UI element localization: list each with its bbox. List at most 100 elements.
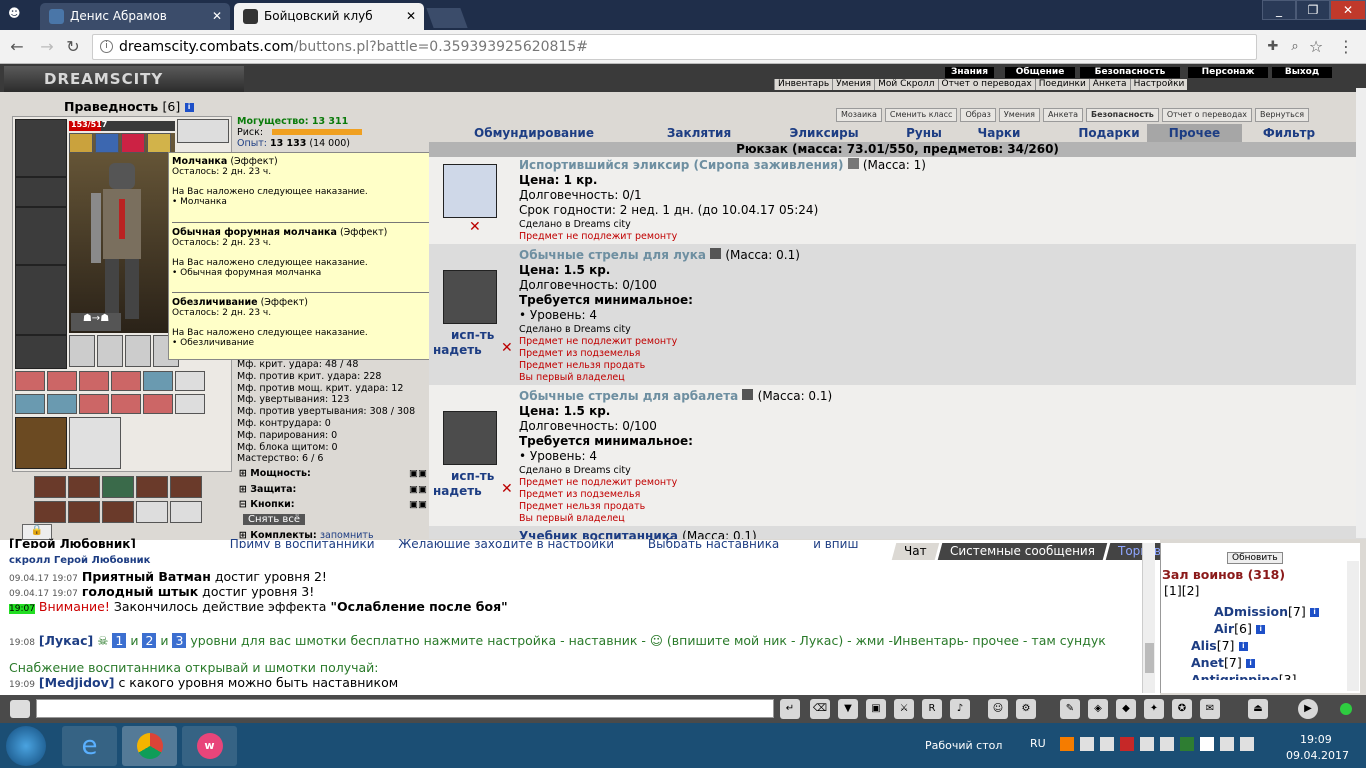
weapon-slot[interactable] [15,207,67,265]
return-button[interactable]: Вернуться [1255,108,1310,122]
scroll-slot[interactable] [111,371,141,391]
item-title[interactable]: Обычные стрелы для лука (Масса: 0.1) [519,248,800,262]
close-window-button[interactable]: ✕ [1330,0,1366,20]
empty-bag-slot[interactable] [69,417,121,469]
helmet-slot[interactable] [15,119,67,177]
close-tab-icon[interactable]: ✕ [212,3,222,29]
refresh-button[interactable]: Обновить [1227,552,1283,564]
use-link[interactable]: исп-ть [451,469,494,483]
app-w-icon[interactable]: w [182,726,237,766]
submenu-battles[interactable]: Поединки [1034,79,1089,90]
menu-character[interactable]: Персонаж [1188,67,1268,78]
tab-elixirs[interactable]: Эликсиры [774,124,874,142]
room-user[interactable]: Alis[7] i [1191,638,1248,653]
tray-icon[interactable] [1140,737,1154,751]
equip-link[interactable]: надеть [433,343,482,357]
profile-button[interactable]: Анкета [1042,108,1084,122]
rune-slot[interactable] [68,501,100,523]
save-icon[interactable]: ▣ [866,699,886,719]
extension-icon[interactable]: ✚ [1262,37,1284,57]
rune-slot[interactable] [34,476,66,498]
menu-exit[interactable]: Выход [1272,67,1332,78]
mosaic-button[interactable]: Мозаика [836,108,882,122]
chat-mode-icon[interactable] [10,700,30,718]
fight-icon[interactable]: ⚔ [894,699,914,719]
section-arrows-icon[interactable]: ▣▣ [409,499,427,510]
equip-link[interactable]: надеть [433,484,482,498]
tray-icon[interactable] [1120,737,1134,751]
map-icon[interactable]: ✦ [1144,699,1164,719]
chat-scrollbar[interactable] [1142,543,1155,693]
belt-slot[interactable] [15,335,67,369]
chat-user[interactable]: Приятный Ватман [82,569,211,584]
scroll-slot[interactable] [175,371,205,391]
ie-icon[interactable]: e [62,726,117,766]
change-class-button[interactable]: Сменить класс [884,108,958,122]
effect-heal-icon[interactable] [95,133,119,153]
scroll-slot[interactable] [175,394,205,414]
scroll-slot[interactable] [143,394,173,414]
chat-user[interactable]: [Medjidov] [39,675,115,690]
item-title[interactable]: Испортившийся эликсир (Сиропа заживления… [519,158,926,172]
bag-icon[interactable]: ◈ [1088,699,1108,719]
url-input[interactable]: i dreamscity.combats.com/buttons.pl?batt… [92,34,1257,60]
clock-time[interactable]: 19:09 [1300,733,1332,746]
start-button[interactable] [6,726,46,766]
chat-input[interactable] [36,699,774,718]
portrait-toggle[interactable]: ☗→☗ [71,313,121,331]
use-link[interactable]: исп-ть [451,328,494,342]
room-user[interactable]: Antigrippine[3] [1191,672,1297,680]
back-icon[interactable]: ← [6,37,28,57]
scroll-slot[interactable] [47,394,77,414]
scroll-slot[interactable] [79,371,109,391]
transfers-button[interactable]: Отчет о переводах [1161,108,1252,122]
submenu-settings[interactable]: Настройки [1129,79,1188,90]
delete-icon[interactable]: ✕ [469,219,481,235]
tray-icon[interactable] [1100,737,1114,751]
tray-icon[interactable] [1080,737,1094,751]
rune-slot[interactable] [136,501,168,523]
scroll-slot[interactable] [15,371,45,391]
ring-slot-4[interactable] [125,335,151,367]
scroll-slot[interactable] [15,394,45,414]
clan-icon[interactable]: ✪ [1172,699,1192,719]
settings-icon[interactable]: ⚙ [1016,699,1036,719]
tray-icon[interactable] [1220,737,1234,751]
sound-icon[interactable]: ♪ [950,699,970,719]
menu-communication[interactable]: Общение [1005,67,1075,78]
effect-silence-icon[interactable] [69,133,93,153]
rune-slot[interactable] [170,476,202,498]
page-link[interactable]: [1] [1164,583,1182,598]
tab-vk[interactable]: Денис Абрамов ✕ [40,3,230,30]
defense-section[interactable]: ⊞ Защита: ▣▣ [239,484,427,495]
translit-icon[interactable]: R [922,699,942,719]
bracers-slot[interactable] [15,177,67,207]
rune-slot[interactable] [102,476,134,498]
submenu-inventory[interactable]: Инвентарь [774,79,833,90]
clock-date[interactable]: 09.04.2017 [1286,749,1349,762]
room-user[interactable]: Anet[7] i [1191,655,1256,670]
info-icon[interactable]: i [1256,625,1266,634]
language-indicator[interactable]: RU [1030,737,1046,750]
room-user[interactable]: Air[6] i [1214,621,1266,636]
profile-icon[interactable]: ☻ [8,6,24,22]
site-info-icon[interactable]: i [100,40,113,53]
minimize-button[interactable]: _ [1262,0,1296,20]
tray-icon[interactable] [1060,737,1074,751]
rune-slot[interactable] [34,501,66,523]
send-icon[interactable]: ↵ [780,699,800,719]
buttons-section[interactable]: ⊟ Кнопки: ▣▣ [239,499,427,510]
tab-filter[interactable]: Фильтр [1249,124,1329,142]
play-icon[interactable]: ▶ [1298,699,1318,719]
forward-icon[interactable]: → [36,37,58,57]
chat-scroll-name[interactable]: скролл Герой Любовник [9,555,150,566]
reload-icon[interactable]: ↻ [62,37,84,57]
info-icon[interactable]: i [1238,642,1248,651]
tab-runes[interactable]: Руны [889,124,959,142]
room-user[interactable]: ADmission[7] i [1214,604,1320,619]
effect-forum-silence-icon[interactable] [121,133,145,153]
chat-user[interactable]: голодный штык [82,584,198,599]
tab-chat[interactable]: Чат [891,543,939,560]
tab-gifts[interactable]: Подарки [1069,124,1149,142]
rune-slot[interactable] [136,476,168,498]
